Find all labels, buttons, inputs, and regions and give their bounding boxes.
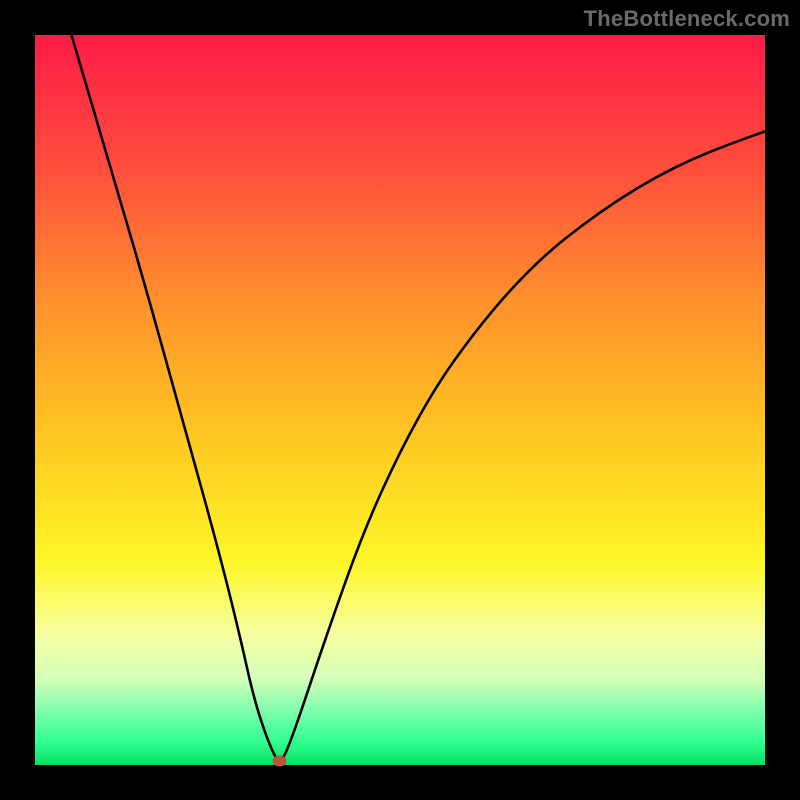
bottleneck-curve <box>35 35 765 765</box>
minimum-marker <box>273 756 287 767</box>
watermark-text: TheBottleneck.com <box>584 6 790 32</box>
curve-path <box>72 35 766 760</box>
chart-frame: TheBottleneck.com <box>0 0 800 800</box>
plot-area <box>35 35 765 765</box>
